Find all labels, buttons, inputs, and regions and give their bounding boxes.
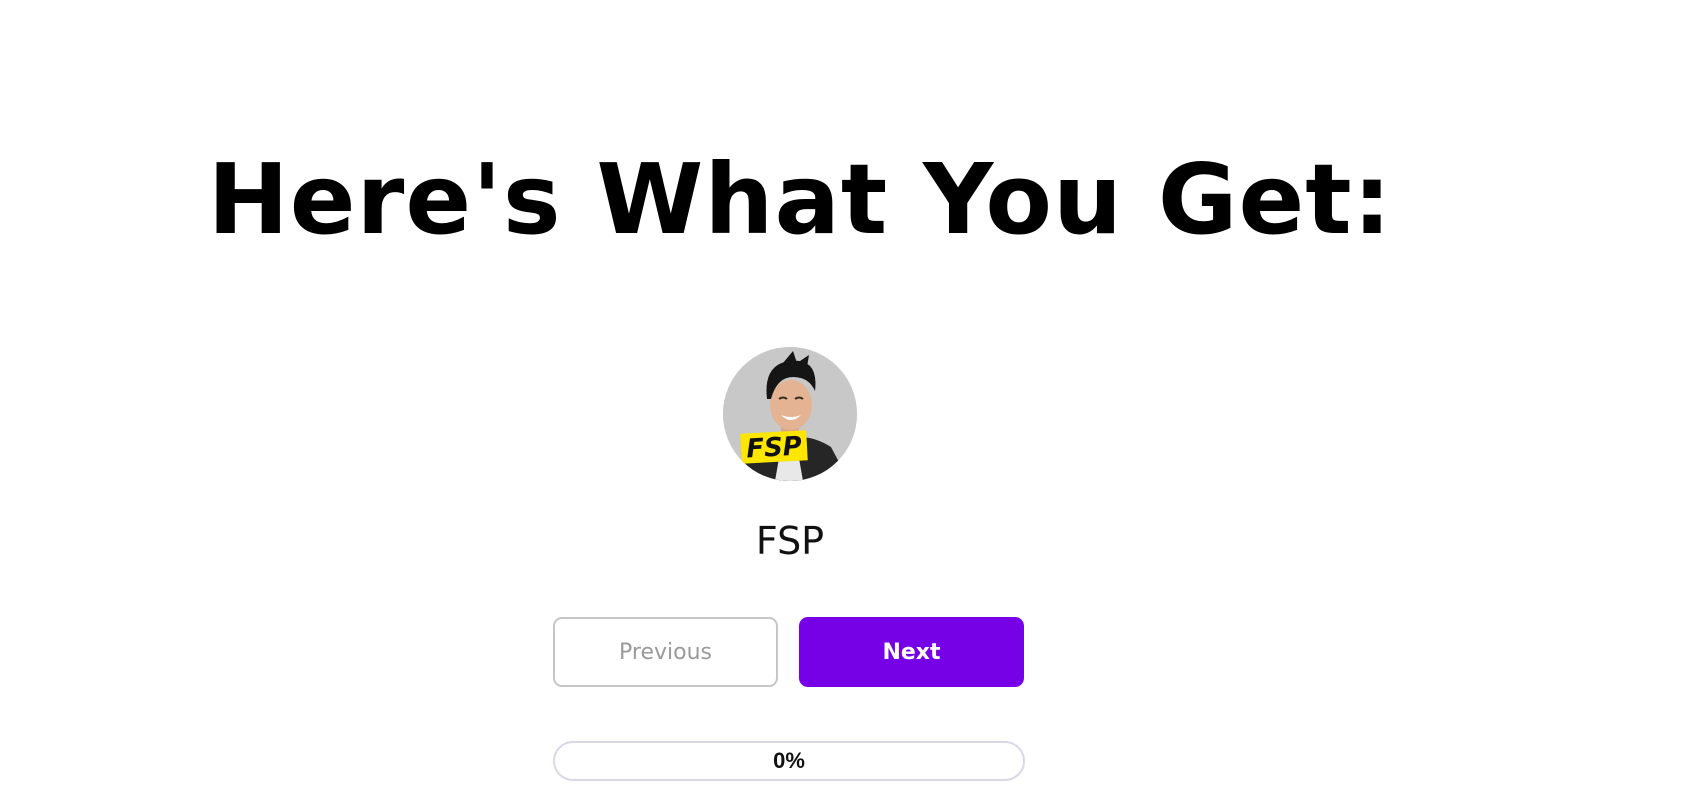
page: Here's What You Get: FSP FSP Previous Ne… <box>0 0 1682 806</box>
headline: Here's What You Get: <box>207 143 1393 256</box>
avatar-badge-text: FSP <box>746 432 803 465</box>
avatar-image: FSP <box>723 347 857 481</box>
profile-name: FSP <box>755 519 825 563</box>
progress-label: 0% <box>773 748 805 773</box>
next-button[interactable]: Next <box>799 617 1024 687</box>
progress-bar: 0% <box>553 741 1025 781</box>
previous-button[interactable]: Previous <box>553 617 778 687</box>
avatar: FSP <box>723 347 857 481</box>
